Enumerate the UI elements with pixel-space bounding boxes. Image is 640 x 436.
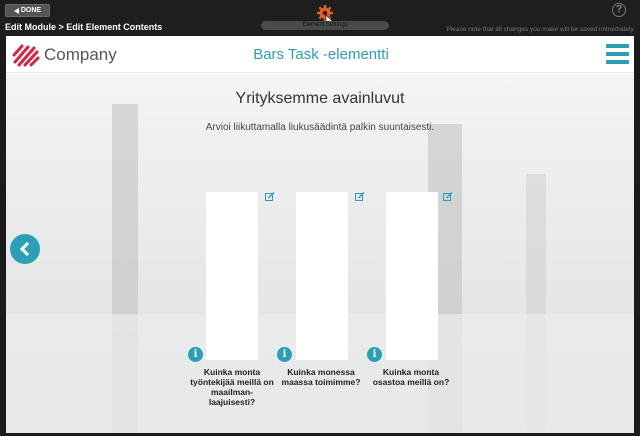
hamburger-menu-icon[interactable]	[606, 44, 629, 64]
breadcrumb: Edit Module > Edit Element Contents	[5, 22, 163, 32]
autosave-notice: Please note that all changes you make wi…	[446, 26, 635, 33]
editor-toolbar: DONE Edit Module > Edit Element Contents…	[0, 0, 640, 36]
bar-question-2: Kuinka monessa maassa toimimme?	[281, 367, 361, 387]
element-settings-label: Element Settings	[261, 21, 389, 30]
edit-icon[interactable]	[355, 192, 365, 201]
done-button[interactable]: DONE	[5, 4, 50, 17]
company-name: Company	[44, 45, 117, 64]
bar-slider-1[interactable]	[206, 192, 258, 360]
chevron-left-icon	[19, 241, 35, 257]
preview-frame: Company Bars Task -elementti Yrityksemme…	[6, 36, 634, 433]
module-header: Company Bars Task -elementti	[6, 36, 634, 73]
done-label: DONE	[20, 7, 42, 14]
bar-slider-2[interactable]	[296, 192, 348, 360]
triangle-left-icon	[13, 7, 19, 14]
edit-icon[interactable]	[443, 192, 453, 201]
bar-slider-3[interactable]	[386, 192, 438, 360]
module-title: Bars Task -elementti	[253, 46, 389, 63]
company-logo	[12, 44, 40, 67]
bar-question-1: Kuinka monta työntekijää meillä on maail…	[190, 367, 274, 407]
help-icon[interactable]: ?	[612, 3, 626, 17]
info-icon[interactable]: i	[367, 347, 382, 362]
instructions-text: Arvioi liikuttamalla liukusäädintä palki…	[205, 122, 435, 133]
bar-question-3: Kuinka monta osastoa meillä on?	[372, 367, 450, 387]
previous-button[interactable]	[10, 234, 40, 264]
info-icon[interactable]: i	[277, 347, 292, 362]
info-icon[interactable]: i	[188, 347, 203, 362]
edit-icon[interactable]	[265, 192, 275, 201]
page-title: Yrityksemme avainluvut	[235, 90, 405, 107]
